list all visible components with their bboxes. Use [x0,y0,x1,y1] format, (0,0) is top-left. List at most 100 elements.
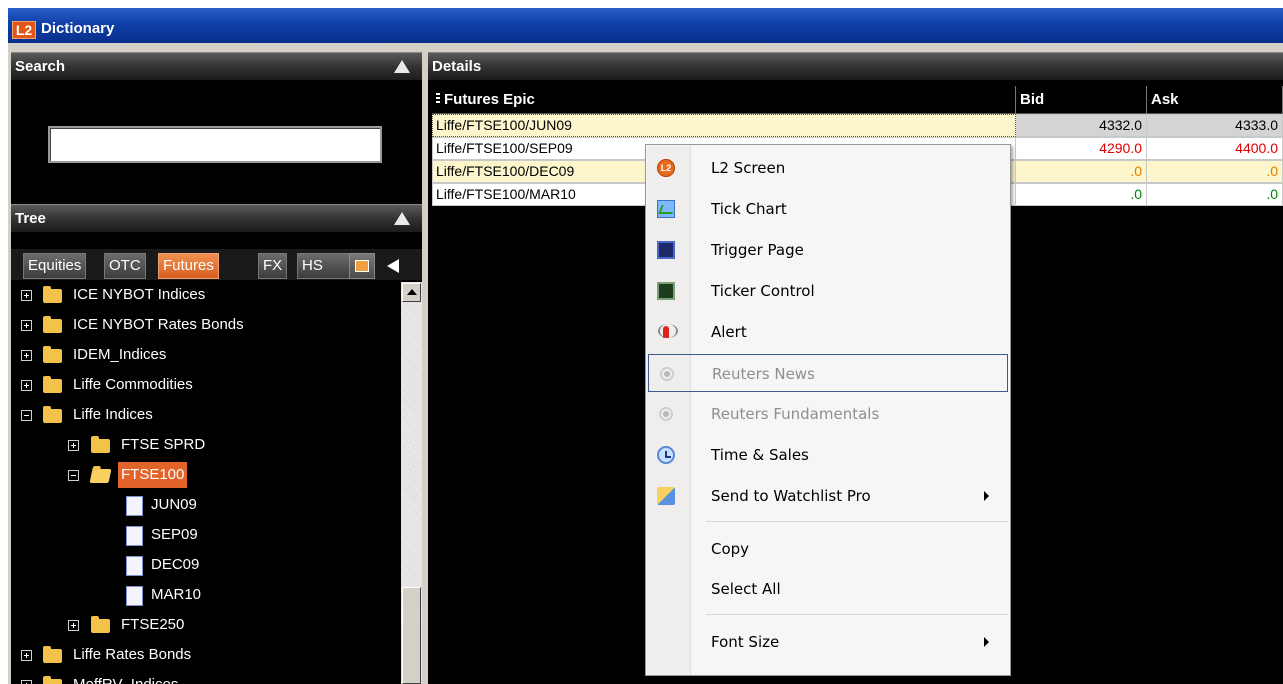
tree-node-label: SEP09 [151,526,198,543]
menu-item-trigger-page[interactable]: Trigger Page [648,231,1008,269]
details-header-label: Details [432,58,482,75]
tree-node[interactable]: IDEM_Indices [11,342,401,368]
expand-plus-icon[interactable] [21,350,32,361]
tree-leaf[interactable]: DEC09 [11,552,401,578]
folder-icon [91,616,110,633]
collapse-up-icon[interactable] [394,212,410,225]
menu-separator [706,521,1008,522]
menu-item-time-sales[interactable]: Time & Sales [648,436,1008,474]
expand-plus-icon[interactable] [21,380,32,391]
tab-fx[interactable]: FX [258,253,288,279]
menu-item-alert[interactable]: Alert [648,313,1008,351]
contract-icon [126,586,143,606]
search-panel-header[interactable]: Search [11,52,422,80]
reuters-icon [657,405,675,423]
menu-item-label: Trigger Page [711,241,804,259]
tree-view: ICE NYBOT Indices ICE NYBOT Rates Bonds … [11,282,401,684]
expand-plus-icon[interactable] [21,320,32,331]
tree-node-label: JUN09 [151,496,197,513]
column-header-bid[interactable]: Bid [1016,86,1147,114]
folder-icon [43,376,62,393]
tree-panel-header[interactable]: Tree [11,204,422,232]
grip-icon [436,93,440,105]
column-header-epic[interactable]: Futures Epic [432,86,1016,114]
open-folder-icon [89,469,112,483]
tab-futures[interactable]: Futures [158,253,219,279]
tree-node-label: FTSE100 [118,462,188,488]
watchlist-icon [657,487,675,505]
tab-scroll-left-icon[interactable] [387,259,399,273]
tree-node-label: Liffe Indices [73,406,153,423]
cell-bid: .0 [1016,160,1147,183]
menu-item-l2-screen[interactable]: L2 L2 Screen [648,149,1008,187]
contract-icon [126,496,143,516]
tree-node[interactable]: FTSE SPRD [11,432,401,458]
folder-icon [43,346,62,363]
scrollbar-thumb[interactable] [402,587,421,684]
expand-plus-icon[interactable] [68,440,79,451]
table-row[interactable]: Liffe/FTSE100/JUN09 4332.0 4333.0 [432,114,1283,137]
tree-node-label: Liffe Commodities [73,376,193,393]
search-input[interactable] [48,126,382,163]
tree-node[interactable]: Liffe Indices [11,402,401,428]
tree-leaf[interactable]: JUN09 [11,492,401,518]
title-bar: L2 Dictionary [8,8,1283,43]
menu-item-label: Ticker Control [711,282,815,300]
menu-item-label: Font Size [711,633,780,651]
trigger-icon [657,241,675,259]
expand-plus-icon[interactable] [68,620,79,631]
column-header-ask[interactable]: Ask [1147,86,1283,114]
expand-plus-icon[interactable] [21,650,32,661]
tab-hs[interactable]: HS [297,253,351,279]
contract-icon [126,526,143,546]
menu-item-tick-chart[interactable]: Tick Chart [648,190,1008,228]
contract-icon [126,556,143,576]
tree-node-label: DEC09 [151,556,200,573]
tree-leaf[interactable]: SEP09 [11,522,401,548]
cell-ask: 4333.0 [1147,114,1283,137]
menu-item-select-all[interactable]: Select All [648,570,1008,608]
menu-item-label: Reuters News [712,365,815,383]
tree-node[interactable]: ICE NYBOT Rates Bonds [11,312,401,338]
menu-item-font-size[interactable]: Font Size [648,623,1008,661]
app-logo: L2 [12,21,36,39]
menu-item-send-to-watchlist[interactable]: Send to Watchlist Pro [648,477,1008,515]
tree-node[interactable]: MeffRV_Indices [11,672,401,684]
menu-item-reuters-fundamentals[interactable]: Reuters Fundamentals [648,395,1008,433]
collapse-minus-icon[interactable] [68,470,79,481]
menu-item-copy[interactable]: Copy [648,530,1008,568]
tree-node-label: FTSE SPRD [121,436,206,453]
tree-node-label: ICE NYBOT Rates Bonds [73,316,244,333]
folder-icon [43,406,62,423]
clock-icon [657,446,675,464]
window-title: Dictionary [41,20,115,37]
tree-leaf[interactable]: MAR10 [11,582,401,608]
menu-item-label: Reuters Fundamentals [711,405,880,423]
menu-item-label: Copy [711,540,750,558]
tree-node[interactable]: ICE NYBOT Indices [11,282,401,308]
tab-equities[interactable]: Equities [23,253,87,279]
tree-header-label: Tree [15,210,46,227]
collapse-up-icon[interactable] [394,60,410,73]
context-menu: L2 L2 Screen Tick Chart Trigger Page Tic… [645,144,1011,676]
scroll-up-icon[interactable] [402,283,421,302]
tree-node[interactable]: Liffe Rates Bonds [11,642,401,668]
folder-icon [43,316,62,333]
tab-menu-icon[interactable] [349,253,375,279]
tree-node[interactable]: Liffe Commodities [11,372,401,398]
menu-item-ticker-control[interactable]: Ticker Control [648,272,1008,310]
tree-node-label: FTSE250 [121,616,185,633]
ticker-icon [657,282,675,300]
collapse-minus-icon[interactable] [21,410,32,421]
tree-scrollbar[interactable] [401,282,422,684]
tree-node-selected[interactable]: FTSE100 [11,462,401,488]
tab-otc[interactable]: OTC [104,253,146,279]
search-header-label: Search [15,58,66,75]
menu-item-reuters-news[interactable]: Reuters News [648,354,1008,392]
tree-node-label: IDEM_Indices [73,346,167,363]
expand-plus-icon[interactable] [21,290,32,301]
tree-node[interactable]: FTSE250 [11,612,401,638]
expand-plus-icon[interactable] [21,680,32,684]
menu-item-label: Time & Sales [711,446,809,464]
cell-bid: 4332.0 [1016,114,1147,137]
